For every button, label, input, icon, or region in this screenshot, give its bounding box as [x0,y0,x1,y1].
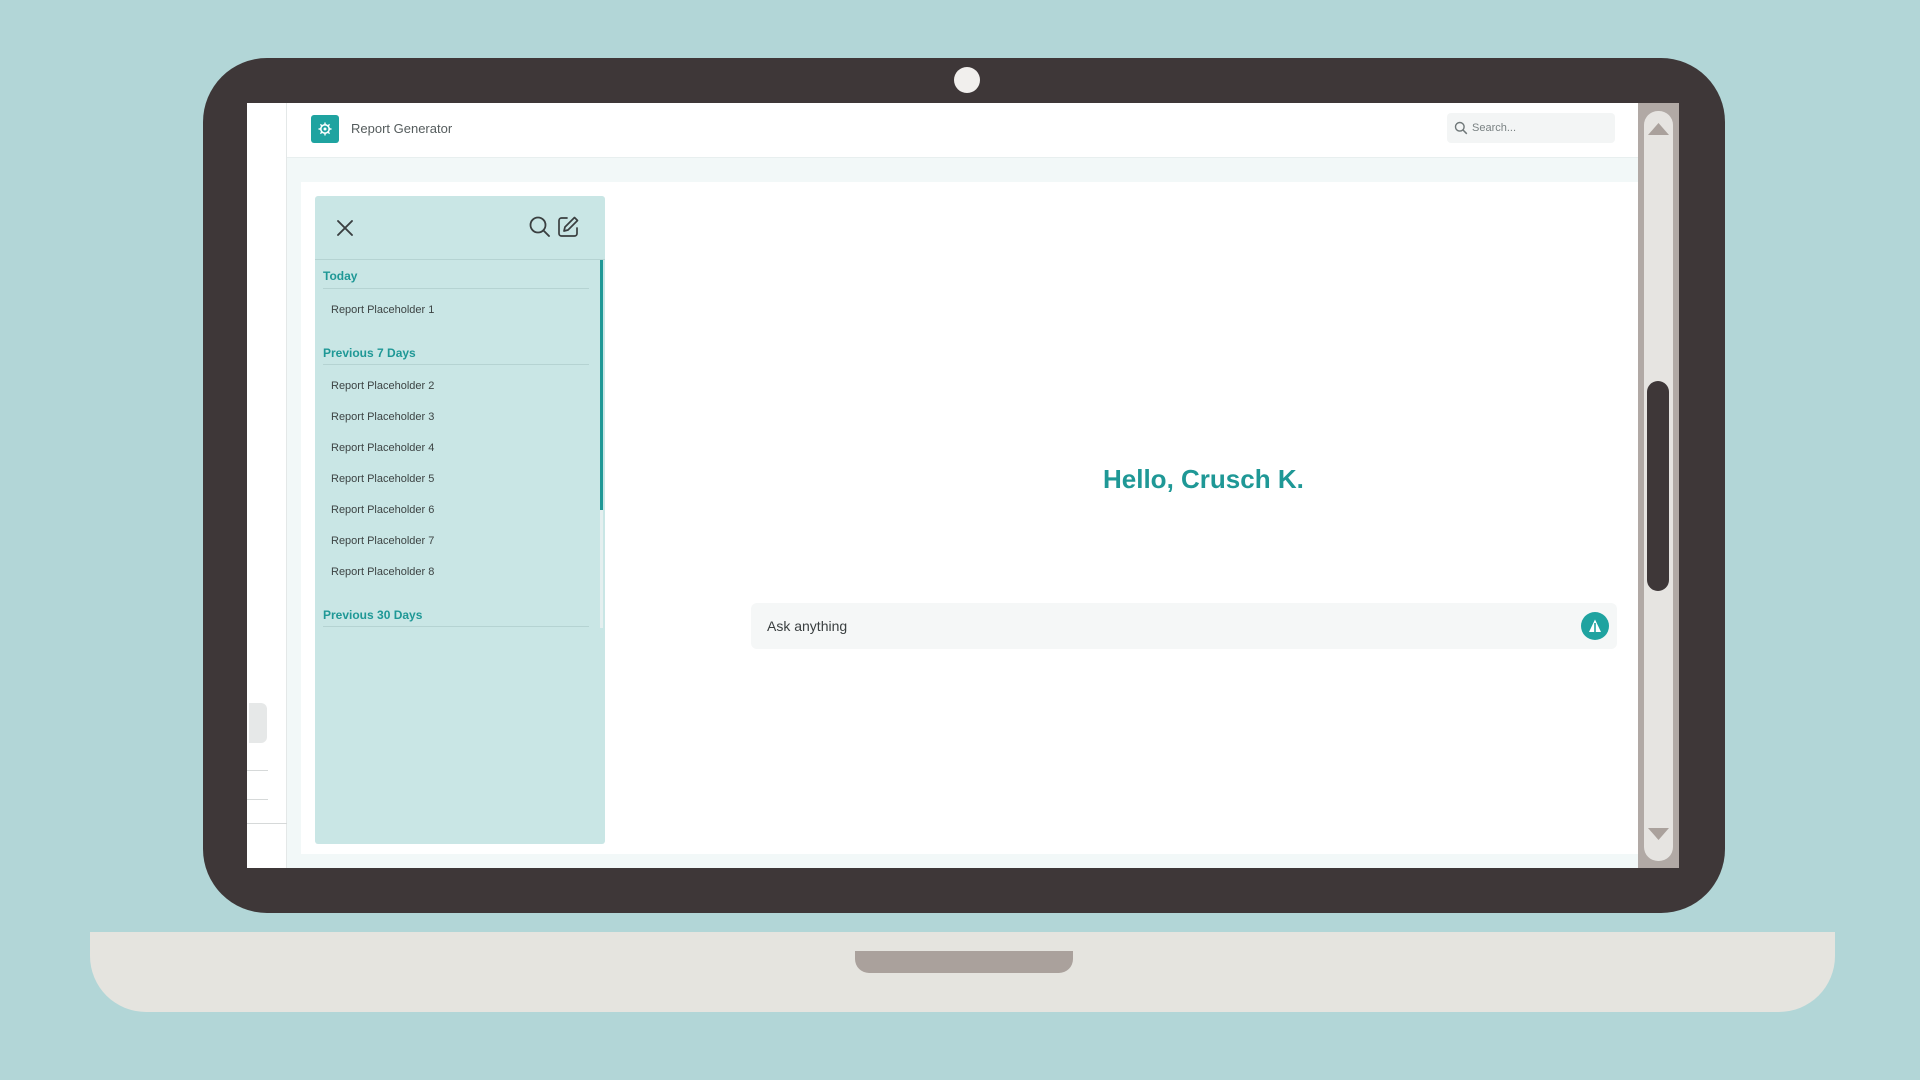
history-group-previous-7-days: Previous 7 Days [323,337,589,365]
page-scrollbar [1638,103,1679,868]
history-items-today: Report Placeholder 1 [315,289,597,326]
rail-divider [247,799,268,800]
laptop-notch [855,951,1073,973]
rail-tab[interactable] [249,703,267,743]
rail-divider [247,770,268,771]
send-arrow-icon [1589,619,1601,632]
search-box[interactable] [1447,113,1615,143]
history-list: Today Report Placeholder 1 Previous 7 Da… [315,260,597,627]
greeting-heading: Hello, Crusch K. [1103,464,1304,494]
history-group-today: Today [323,260,589,289]
history-item[interactable]: Report Placeholder 3 [315,402,597,433]
scroll-up-arrow-icon[interactable] [1646,121,1671,137]
history-item[interactable]: Report Placeholder 1 [315,295,597,326]
left-rail [247,103,287,868]
history-item[interactable]: Report Placeholder 5 [315,464,597,495]
history-item[interactable]: Report Placeholder 6 [315,495,597,526]
search-input[interactable] [1472,118,1610,138]
send-button[interactable] [1581,612,1609,640]
scrollbar-thumb[interactable] [1647,381,1669,591]
content-card: Today Report Placeholder 1 Previous 7 Da… [301,182,1649,854]
ask-bar[interactable] [751,603,1617,649]
search-icon [1454,121,1468,135]
rail-divider [247,823,287,824]
laptop-screen: Report Generator Search... Today Report … [247,103,1679,868]
history-item[interactable]: Report Placeholder 7 [315,526,597,557]
search-history-icon[interactable] [527,214,553,240]
history-sidebar: Today Report Placeholder 1 Previous 7 Da… [315,196,605,844]
history-group-previous-30-days: Previous 30 Days [323,599,589,627]
history-item[interactable]: Report Placeholder 4 [315,433,597,464]
history-item[interactable]: Report Placeholder 8 [315,557,597,588]
close-icon[interactable] [333,216,357,240]
ask-input[interactable] [767,615,1547,637]
new-report-edit-icon[interactable] [555,214,581,240]
history-sidebar-header [315,196,605,260]
history-scrollbar-thumb[interactable] [600,260,603,510]
history-items-previous-7-days: Report Placeholder 2 Report Placeholder … [315,365,597,588]
scroll-down-arrow-icon[interactable] [1646,826,1671,842]
webcam [954,67,980,93]
report-gear-icon[interactable] [311,115,339,143]
top-bar: Report Generator [287,103,1679,158]
app-title: Report Generator [351,121,453,136]
history-item[interactable]: Report Placeholder 2 [315,371,597,402]
content-frame: Today Report Placeholder 1 Previous 7 Da… [287,158,1679,868]
